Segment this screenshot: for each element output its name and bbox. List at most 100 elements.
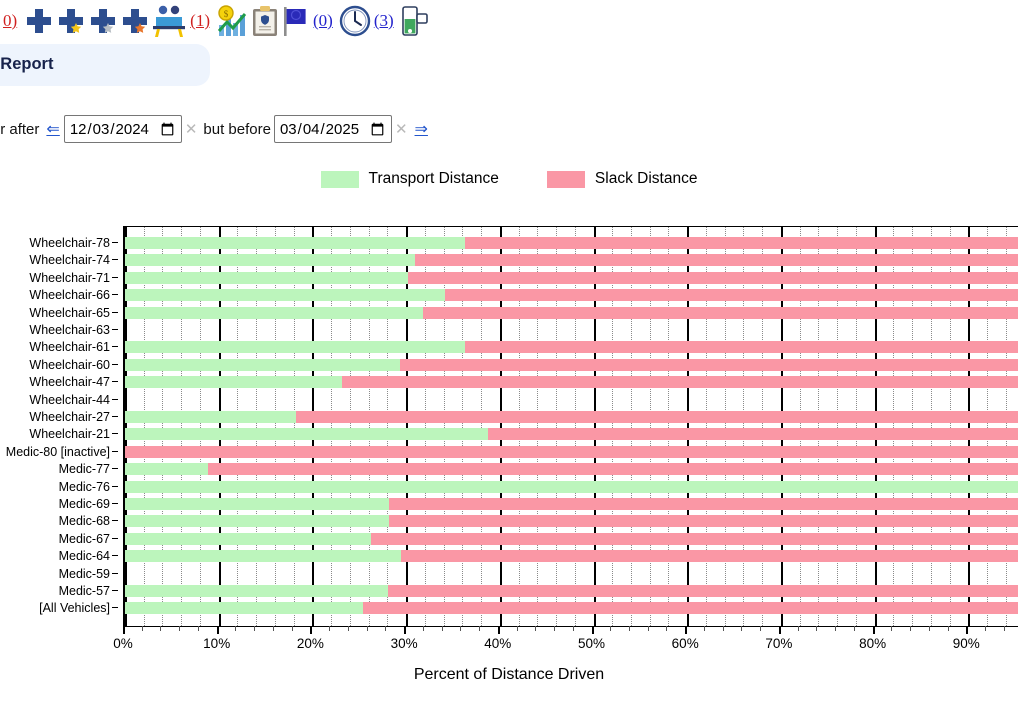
toolbar-item-add-bronze-star[interactable] (119, 0, 151, 42)
x-axis-tick-minor (647, 626, 649, 631)
bar-segment-transport[interactable] (125, 306, 423, 319)
bar-segment-slack[interactable] (125, 445, 1018, 458)
bar-row[interactable] (125, 428, 1018, 441)
bar-segment-slack[interactable] (401, 550, 1018, 563)
legend-label-slack: Slack Distance (594, 170, 698, 187)
y-axis-label: Medic-68 (58, 514, 110, 529)
bar-row[interactable] (125, 532, 1018, 545)
bar-segment-slack[interactable] (415, 254, 1018, 267)
bar-segment-transport[interactable] (125, 428, 488, 441)
bar-row[interactable] (125, 445, 1018, 458)
bar-row[interactable] (125, 341, 1018, 354)
tab-efficiency-report[interactable]: e Efficiency Report (0, 44, 210, 86)
bar-segment-slack[interactable] (399, 358, 1018, 371)
y-axis-tick (112, 363, 118, 365)
bar-segment-slack[interactable] (422, 306, 1018, 319)
toolbar-item-clipboard[interactable] (250, 0, 280, 42)
toolbar-item-add-gold-star[interactable] (55, 0, 87, 42)
bar-segment-slack[interactable] (389, 515, 1018, 528)
previous-period-arrow[interactable]: ⇐ (46, 119, 59, 139)
x-axis-tick-minor (272, 626, 274, 631)
clear-end-date-icon[interactable]: ✕ (395, 120, 408, 138)
bar-segment-slack[interactable] (362, 602, 1018, 615)
x-axis-tick-minor (985, 626, 987, 631)
bar-segment-slack[interactable] (487, 428, 1018, 441)
bar-segment-slack[interactable] (342, 376, 1018, 389)
leading-count[interactable]: 0) (3, 11, 17, 31)
bar-row[interactable] (125, 394, 1018, 406)
bar-row[interactable] (125, 324, 1018, 336)
y-axis-label: Medic-64 (58, 549, 110, 564)
bar-row[interactable] (125, 585, 1018, 597)
bar-row[interactable] (125, 376, 1018, 389)
bar-segment-slack[interactable] (407, 271, 1018, 284)
bar-row[interactable] (125, 602, 1018, 615)
x-axis-tick-minor (853, 626, 855, 631)
y-axis-label: Wheelchair-66 (29, 288, 110, 303)
bar-segment-transport[interactable] (125, 237, 466, 249)
cross-silver-star-icon (91, 9, 116, 33)
toolbar-item-crew[interactable]: (1) (151, 0, 216, 42)
toolbar-item-finance-report[interactable]: $ (216, 0, 250, 42)
bar-row[interactable] (125, 568, 1018, 580)
bar-segment-transport[interactable] (125, 271, 408, 284)
bar-segment-transport[interactable] (125, 480, 1018, 493)
toolbar-item-pending[interactable]: (3) (339, 0, 400, 42)
y-axis-label: Wheelchair-63 (29, 323, 110, 337)
bar-row[interactable] (125, 515, 1018, 528)
bar-row[interactable] (125, 254, 1018, 267)
bar-segment-transport[interactable] (125, 463, 209, 476)
toolbar-item-battery[interactable] (400, 0, 430, 42)
bar-segment-slack[interactable] (465, 341, 1018, 354)
toolbar-item-add-plain[interactable] (23, 0, 55, 42)
toolbar-item-flagged[interactable]: (0) (280, 0, 339, 42)
bar-segment-transport[interactable] (125, 358, 400, 371)
x-axis-tick-minor (760, 626, 762, 631)
crew-pair-icon (153, 5, 186, 37)
bar-segment-slack[interactable] (208, 463, 1018, 476)
bar-segment-slack[interactable] (445, 289, 1018, 302)
toolbar-item-add-silver-star[interactable] (87, 0, 119, 42)
bar-row[interactable] (125, 463, 1018, 476)
bar-segment-transport[interactable] (125, 254, 416, 267)
clear-start-date-icon[interactable]: ✕ (185, 120, 198, 138)
x-axis-tick-minor (947, 626, 949, 631)
x-axis-tick-minor (291, 626, 293, 631)
bar-segment-transport[interactable] (125, 602, 363, 615)
bar-row[interactable] (125, 550, 1018, 563)
x-axis-tick-major (778, 626, 781, 634)
bar-segment-transport[interactable] (125, 550, 402, 563)
end-date-input[interactable] (273, 115, 392, 143)
bar-row[interactable] (125, 480, 1018, 493)
bar-segment-slack[interactable] (388, 585, 1018, 597)
bar-row[interactable] (125, 237, 1018, 249)
battery-icon (401, 6, 428, 36)
bar-segment-transport[interactable] (125, 498, 390, 510)
bar-segment-slack[interactable] (389, 498, 1018, 510)
bar-segment-transport[interactable] (125, 289, 446, 302)
crew-count[interactable]: (1) (190, 11, 210, 31)
bar-segment-transport[interactable] (125, 341, 466, 354)
y-axis-label: Wheelchair-47 (29, 375, 110, 390)
bar-segment-slack[interactable] (296, 411, 1018, 423)
bar-row[interactable] (125, 498, 1018, 510)
x-axis-tick-minor (479, 626, 481, 631)
flag-count[interactable]: (0) (313, 11, 333, 31)
bar-row[interactable] (125, 289, 1018, 302)
bar-row[interactable] (125, 411, 1018, 423)
bar-segment-transport[interactable] (125, 411, 297, 423)
bar-segment-slack[interactable] (465, 237, 1018, 249)
bar-row[interactable] (125, 271, 1018, 284)
pending-count[interactable]: (3) (374, 11, 394, 31)
bar-row[interactable] (125, 306, 1018, 319)
start-date-input[interactable] (63, 115, 182, 143)
bar-segment-slack[interactable] (371, 532, 1018, 545)
bar-segment-transport[interactable] (125, 532, 372, 545)
bar-segment-transport[interactable] (125, 515, 390, 528)
legend-entry-slack-distance[interactable]: Slack Distance (546, 170, 698, 188)
next-period-arrow[interactable]: ⇒ (415, 119, 428, 139)
bar-segment-transport[interactable] (125, 585, 389, 597)
bar-row[interactable] (125, 358, 1018, 371)
bar-segment-transport[interactable] (125, 376, 343, 389)
legend-entry-transport-distance[interactable]: Transport Distance (320, 170, 499, 188)
